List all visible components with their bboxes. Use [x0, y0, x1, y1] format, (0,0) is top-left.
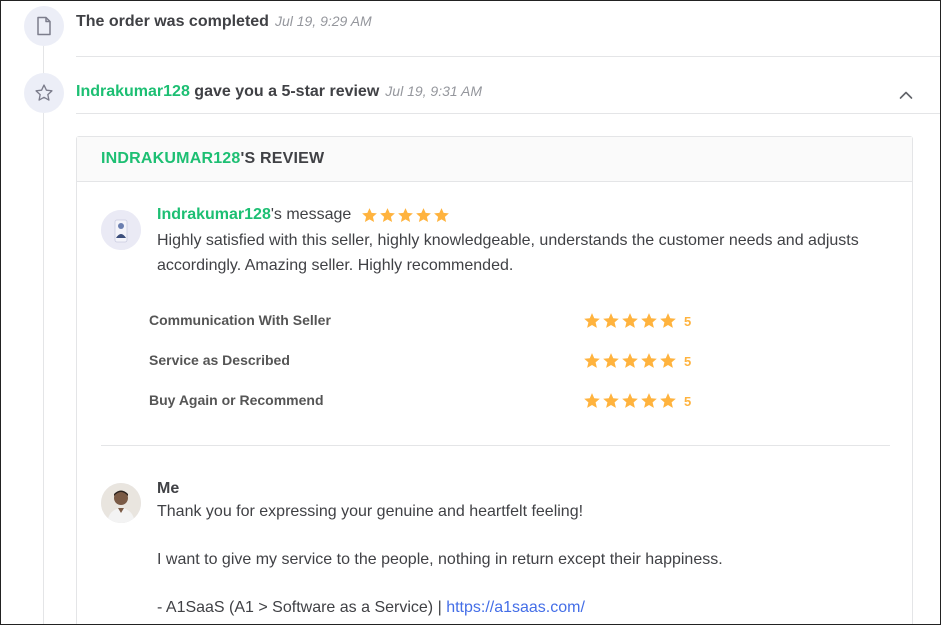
website-link[interactable]: https://a1saas.com/ [446, 599, 585, 616]
seller-reply: Me Thank you for expressing your genuine… [157, 480, 723, 620]
message-suffix: 's message [270, 206, 352, 223]
rating-stars: 5 [583, 392, 691, 410]
signature-text: - A1SaaS (A1 > Software as a Service) | [157, 599, 447, 616]
buyer-avatar [101, 210, 141, 250]
event-title: Indrakumar128 gave you a 5-star review Ju… [76, 83, 482, 101]
reply-signature: - A1SaaS (A1 > Software as a Service) | … [157, 596, 723, 620]
rating-label: Service as Described [149, 352, 290, 368]
order-timeline: The order was completed Jul 19, 9:29 AM I… [0, 0, 941, 625]
star-icon [584, 393, 600, 408]
star-icon [584, 353, 600, 368]
star-outline-icon [24, 73, 64, 113]
rating-value: 5 [684, 353, 692, 369]
star-icon [603, 393, 619, 408]
star-icon [660, 393, 676, 408]
seller-avatar [101, 483, 141, 523]
star-icon [622, 393, 638, 408]
rating-stars: 5 [583, 312, 691, 330]
document-icon [24, 6, 64, 46]
star-icon [416, 207, 432, 222]
rating-stars: 5 [583, 352, 691, 370]
star-icon [622, 353, 638, 368]
star-icon [584, 313, 600, 328]
star-icon [641, 353, 657, 368]
review-card-header: INDRAKUMAR128 'S REVIEW [77, 137, 912, 182]
review-card: INDRAKUMAR128 'S REVIEW Indrakumar128's m… [76, 136, 913, 624]
divider [101, 445, 890, 446]
reply-author: Me [157, 480, 180, 497]
rating-row: Communication With Seller 5 [149, 312, 709, 332]
star-icon [380, 207, 396, 222]
message-star-rating [361, 207, 450, 224]
reviewer-username-link[interactable]: Indrakumar128 [76, 83, 190, 100]
rating-label: Buy Again or Recommend [149, 392, 324, 408]
message-username-link[interactable]: Indrakumar128 [157, 206, 271, 224]
star-icon [660, 313, 676, 328]
buyer-message: Indrakumar128's message Highly satisfied… [157, 206, 877, 278]
event-time: Jul 19, 9:29 AM [274, 13, 372, 29]
star-icon [603, 353, 619, 368]
star-icon [622, 313, 638, 328]
message-text: Highly satisfied with this seller, highl… [157, 232, 859, 274]
reply-text: Thank you for expressing your genuine an… [157, 503, 584, 520]
timeline-line [43, 41, 44, 624]
message-title: Indrakumar128's message [157, 206, 877, 224]
rating-row: Buy Again or Recommend 5 [149, 392, 709, 412]
header-suffix: 'S REVIEW [240, 150, 325, 167]
divider [76, 113, 940, 114]
reply-text: I want to give my service to the people,… [157, 551, 723, 568]
rating-label: Communication With Seller [149, 312, 331, 328]
rating-value: 5 [684, 313, 692, 329]
star-icon [398, 207, 414, 222]
divider [76, 56, 940, 57]
star-icon [603, 313, 619, 328]
event-text: The order was completed [76, 13, 269, 30]
event-time: Jul 19, 9:31 AM [385, 83, 483, 99]
star-icon [660, 353, 676, 368]
rating-row: Service as Described 5 [149, 352, 709, 372]
event-text: gave you a 5-star review [189, 83, 380, 100]
star-icon [362, 207, 378, 222]
star-icon [434, 207, 450, 222]
header-username: INDRAKUMAR128 [101, 150, 241, 167]
chevron-up-icon[interactable] [898, 87, 914, 103]
star-icon [641, 313, 657, 328]
star-icon [641, 393, 657, 408]
event-title: The order was completed Jul 19, 9:29 AM [76, 13, 372, 31]
rating-value: 5 [684, 393, 692, 409]
